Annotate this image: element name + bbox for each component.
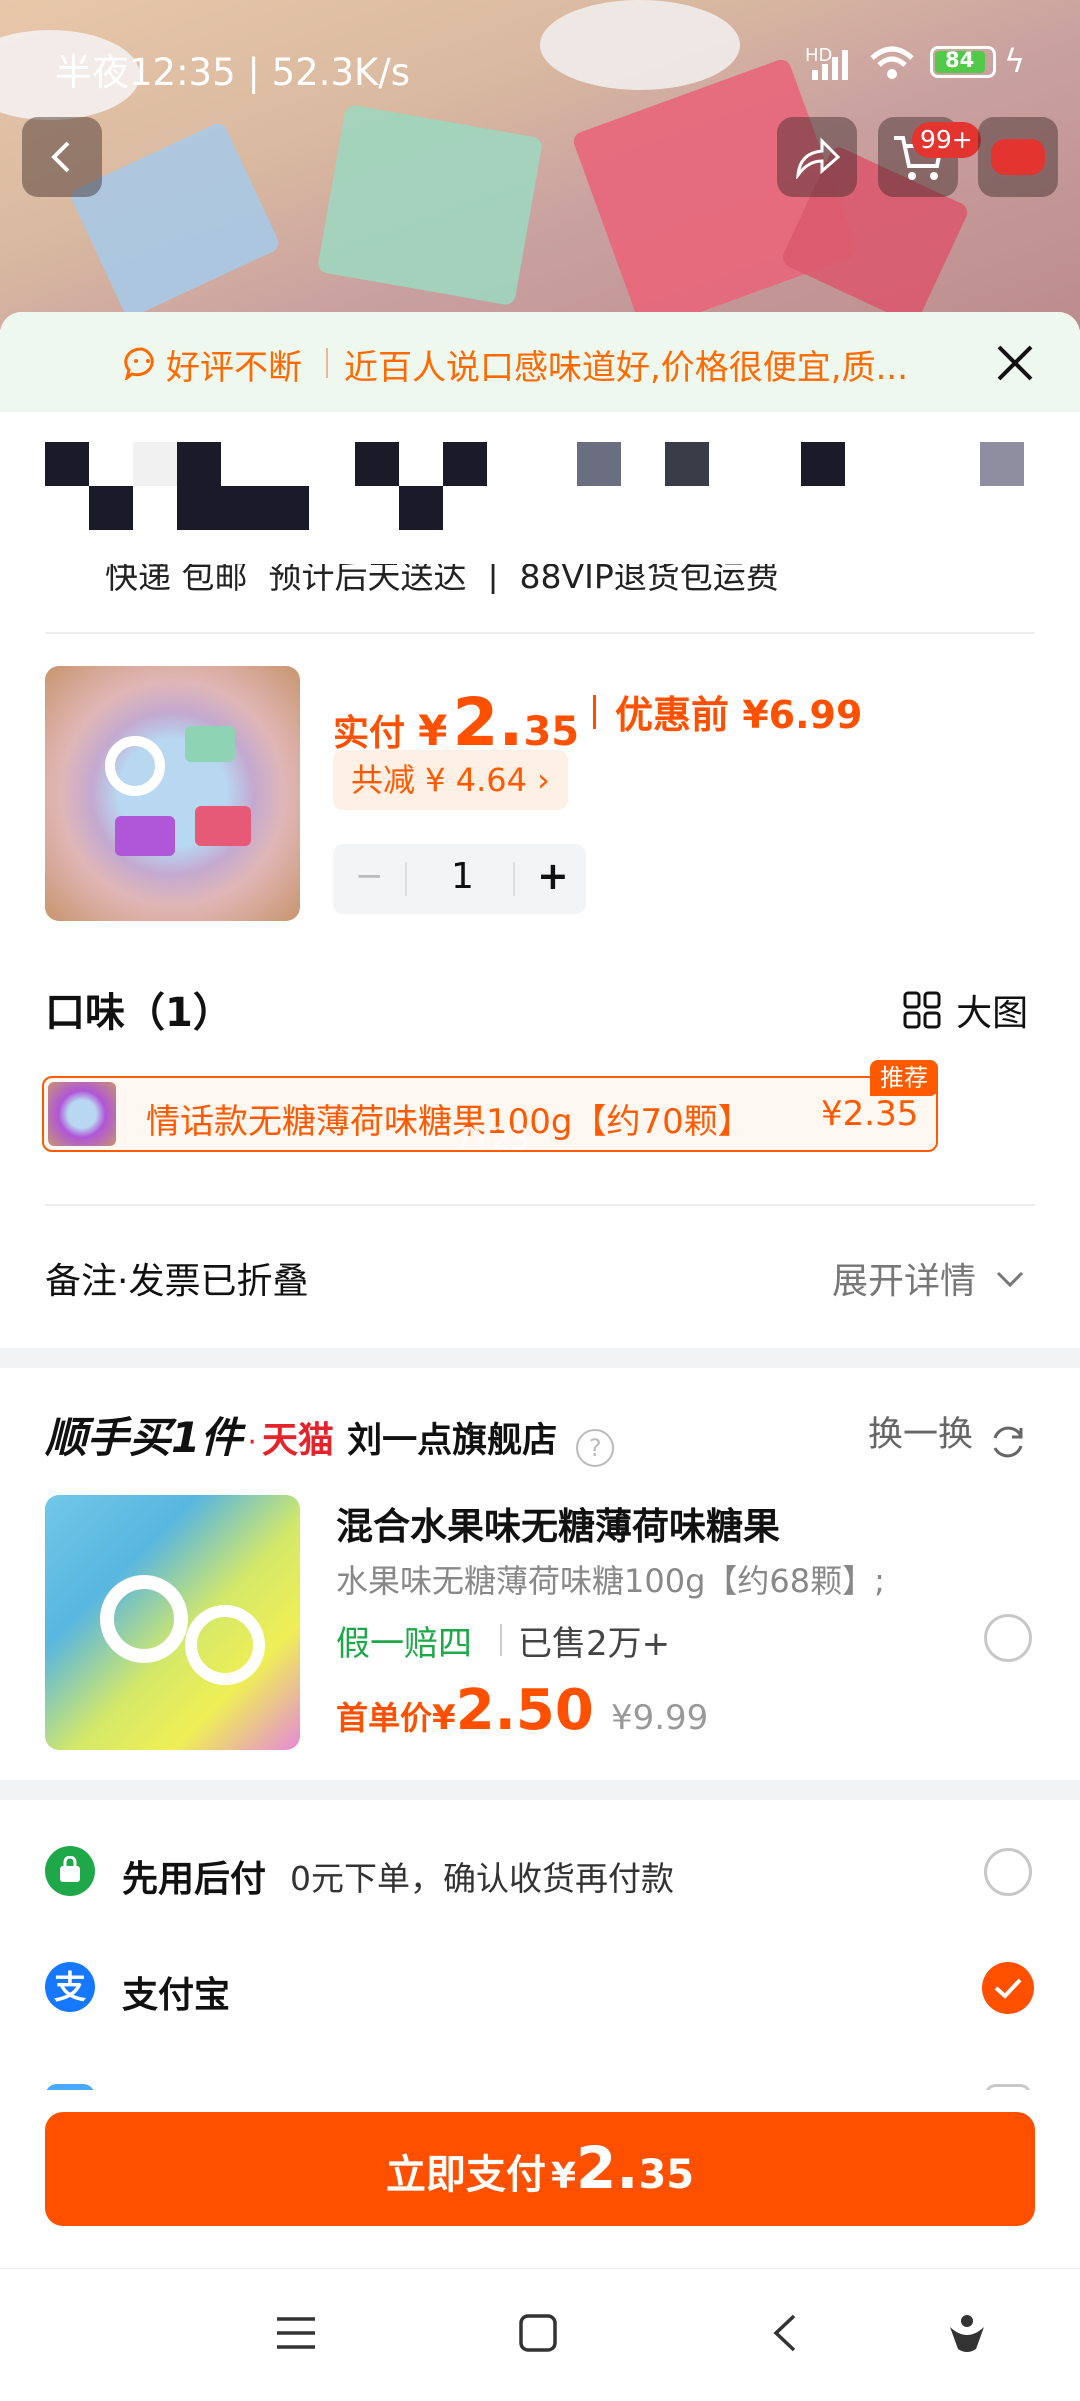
chevron-down-icon xyxy=(996,1271,1024,1288)
plus-button[interactable]: + xyxy=(537,854,569,898)
addon-title: 顺手买1件 xyxy=(45,1413,243,1462)
addon-thumbnail[interactable] xyxy=(45,1495,300,1750)
alipay-option[interactable]: 支 支付宝 xyxy=(0,1938,1080,2038)
expand-details-label: 展开详情 xyxy=(832,1261,977,1302)
home-icon[interactable] xyxy=(518,2313,558,2353)
checkout-sheet: 好评不断 近百人说口感味道好,价格很便宜,质... 快递 包邮 预计后天送达 |… xyxy=(0,312,1080,2400)
back-arrow-icon xyxy=(51,141,70,173)
pay-now-button[interactable]: 立即支付 ¥2.35 xyxy=(45,2112,1035,2226)
banner-text: 近百人说口感味道好,价格很便宜,质... xyxy=(344,348,909,388)
discount-chip[interactable]: 共减 ¥ 4.64 › xyxy=(333,750,568,810)
system-nav-bar xyxy=(0,2268,1080,2401)
checkmark-icon xyxy=(994,1978,1022,1999)
message-icon xyxy=(991,139,1045,175)
product-thumbnail[interactable] xyxy=(45,666,300,921)
flavor-option-selected[interactable]: 情话款无糖薄荷味糖果100g【约70颗】 ¥2.35 7Y23 xyxy=(42,1076,938,1157)
cart-badge: 99+ xyxy=(912,122,981,158)
recommend-badge: 推荐 xyxy=(870,1060,938,1096)
minus-button[interactable]: − xyxy=(355,856,384,896)
pay-later-option[interactable]: 先用后付 0元下单，确认收货再付款 xyxy=(0,1822,1080,1922)
address-redacted[interactable] xyxy=(45,442,1035,542)
store-name: 刘一点旗舰店 xyxy=(347,1421,558,1461)
close-icon[interactable] xyxy=(996,344,1034,382)
signal-icon xyxy=(812,50,848,80)
pay-now-symbol: ¥ xyxy=(550,2156,577,2197)
guarantee-tag: 假一赔四 xyxy=(336,1624,472,1664)
pay-label: 实付 xyxy=(333,713,406,754)
flavor-option-thumb xyxy=(48,1082,116,1146)
addon-price-row: 首单价¥2.50 ¥9.99 xyxy=(336,1678,708,1743)
divider xyxy=(45,632,1035,634)
section-gap xyxy=(0,1348,1080,1368)
battery-level: 84 xyxy=(945,48,975,72)
price-divider xyxy=(593,695,596,729)
message-button[interactable] xyxy=(978,117,1058,197)
divider xyxy=(45,1204,1035,1206)
alipay-icon: 支 xyxy=(45,1962,95,2012)
flavor-option-text: 情话款无糖薄荷味糖果100g【约70颗】 xyxy=(146,1102,752,1142)
banner-title: 好评不断 xyxy=(166,348,302,388)
pay-symbol: ¥ xyxy=(418,706,448,755)
original-price: ¥9.99 xyxy=(610,1698,709,1738)
pay-now-label: 立即支付 xyxy=(385,2152,546,2198)
delivery-text: 快递 包邮 预计后天送达 | 88VIP退货包运费 xyxy=(105,564,779,594)
tag-divider xyxy=(500,1624,502,1656)
pay-later-icon xyxy=(45,1846,95,1896)
notes-row[interactable]: 备注·发票已折叠 展开详情 xyxy=(0,1242,1080,1322)
pay-now-dec: 35 xyxy=(638,2152,695,2198)
back-nav-icon[interactable] xyxy=(770,2313,800,2353)
sold-count: 已售2万+ xyxy=(518,1624,671,1664)
delivery-line: 快递 包邮 预计后天送达 | 88VIP退货包运费 xyxy=(105,564,825,594)
status-bar: 半夜12:35 | 52.3K/s HD 84 ϟ xyxy=(0,0,1080,130)
first-price-symbol: ¥ xyxy=(432,1698,456,1738)
battery-icon: 84 xyxy=(930,46,996,78)
review-banner: 好评不断 近百人说口感味道好,价格很便宜,质... xyxy=(0,312,1080,412)
addon-name: 混合水果味无糖薄荷味糖果 xyxy=(336,1505,780,1548)
status-time: 半夜12:35 | 52.3K/s xyxy=(55,51,411,94)
big-image-label: 大图 xyxy=(956,993,1029,1034)
first-order-label: 首单价 xyxy=(336,1699,433,1737)
help-icon[interactable]: ? xyxy=(576,1428,615,1467)
pay-now-int: 2. xyxy=(576,2134,639,2202)
back-button[interactable] xyxy=(22,117,102,197)
chat-smile-icon xyxy=(124,347,154,380)
image-watermark: 7Y23 xyxy=(454,1122,530,1157)
banner-divider xyxy=(326,348,328,378)
notes-label: 备注·发票已折叠 xyxy=(45,1261,309,1302)
swap-button[interactable]: 换一换 xyxy=(868,1406,1028,1462)
grid-icon xyxy=(903,991,941,1029)
addon-header: 顺手买1件 · 天猫 刘一点旗舰店 ? xyxy=(45,1404,615,1467)
flavor-title: 口味（1） xyxy=(45,990,233,1036)
flavor-option-price: ¥2.35 xyxy=(821,1094,919,1134)
wifi-icon xyxy=(870,46,914,79)
first-order-price: 2.50 xyxy=(455,1678,594,1743)
alipay-selected-check[interactable] xyxy=(982,1962,1034,2014)
charging-icon: ϟ xyxy=(1004,42,1026,80)
quantity-stepper: − 1 + xyxy=(333,844,586,914)
addon-select-radio[interactable] xyxy=(984,1614,1032,1662)
assistant-icon[interactable] xyxy=(946,2313,988,2355)
share-icon xyxy=(796,137,841,179)
pay-price-dec: 35 xyxy=(523,709,580,755)
dot-separator: · xyxy=(247,1425,257,1460)
tmall-logo: 天猫 xyxy=(261,1420,334,1461)
share-button[interactable] xyxy=(777,117,857,197)
swap-label: 换一换 xyxy=(868,1415,974,1455)
refresh-icon xyxy=(993,1426,1023,1457)
addon-spec: 水果味无糖薄荷味糖100g【约68颗】; xyxy=(336,1562,885,1600)
alipay-label: 支付宝 xyxy=(122,1975,231,2016)
pay-later-desc: 0元下单，确认收货再付款 xyxy=(290,1859,674,1898)
before-price: 优惠前 ¥6.99 xyxy=(615,693,863,737)
quantity-value[interactable]: 1 xyxy=(451,856,474,897)
menu-icon[interactable] xyxy=(275,2315,317,2351)
pay-later-title: 先用后付 xyxy=(122,1859,267,1900)
pay-later-radio[interactable] xyxy=(984,1848,1032,1896)
big-image-toggle[interactable]: 大图 xyxy=(903,984,1028,1036)
section-gap xyxy=(0,1780,1080,1800)
